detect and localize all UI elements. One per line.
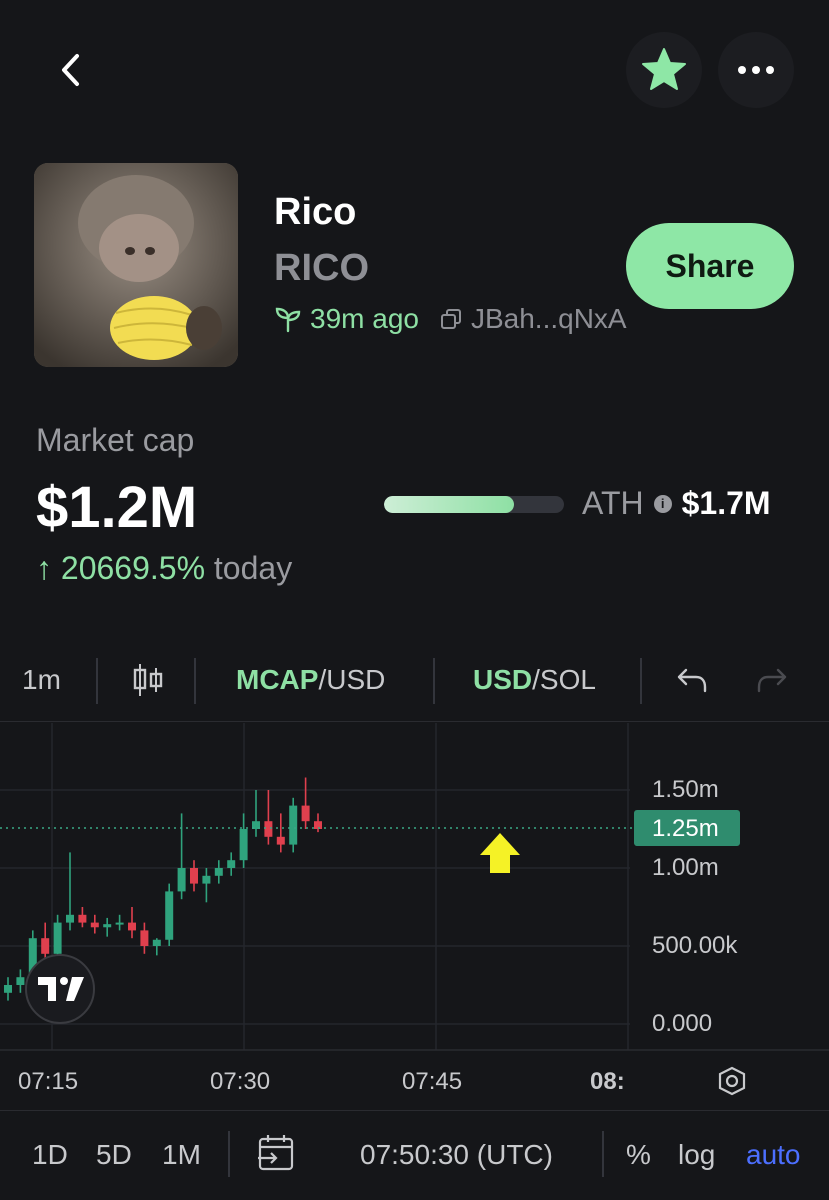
token-meta: 39m ago JBah...qNxA — [274, 303, 627, 335]
usd-sol-toggle[interactable]: USD/SOL — [473, 664, 596, 696]
candle-body — [289, 805, 298, 845]
calendar-goto-icon[interactable] — [256, 1133, 296, 1178]
market-cap-label: Market cap — [36, 422, 195, 458]
mcap-usd-toggle[interactable]: MCAP/USD — [236, 664, 385, 696]
arrow-up-annotation-icon — [480, 833, 520, 873]
auto-toggle[interactable]: auto — [746, 1139, 801, 1171]
pair2-rest: /SOL — [532, 664, 596, 695]
x-tick-label: 07:30 — [210, 1068, 270, 1095]
market-cap-change: ↑ 20669.5% today — [36, 550, 292, 587]
more-button[interactable] — [718, 32, 794, 108]
utc-clock[interactable]: 07:50:30 (UTC) — [360, 1139, 553, 1171]
back-button[interactable] — [34, 32, 110, 108]
token-name: Rico — [274, 191, 357, 233]
token-symbol: RICO — [274, 247, 369, 289]
token-avatar — [34, 163, 238, 367]
more-horizontal-icon — [738, 66, 774, 74]
candle-body — [103, 924, 112, 928]
x-tick-label: 08: — [590, 1068, 625, 1095]
log-toggle[interactable]: log — [678, 1139, 715, 1171]
range-1m[interactable]: 1M — [162, 1139, 201, 1171]
candle-body — [165, 891, 174, 940]
range-1d[interactable]: 1D — [32, 1139, 68, 1171]
ath-block: ATH i $1.7M — [582, 485, 771, 522]
range-5d[interactable]: 5D — [96, 1139, 132, 1171]
copy-icon[interactable] — [439, 307, 463, 331]
divider — [194, 658, 196, 704]
market-cap-value: $1.2M — [36, 475, 198, 540]
x-tick-label: 07:15 — [18, 1068, 78, 1095]
candle-body — [66, 914, 74, 923]
candle-body — [16, 977, 25, 985]
candle-body — [78, 914, 87, 923]
candle-body — [214, 868, 223, 876]
y-tick-label: 0.000 — [652, 1010, 712, 1037]
percent-toggle[interactable]: % — [626, 1139, 651, 1171]
candle-body — [301, 805, 310, 822]
info-icon[interactable]: i — [653, 494, 672, 513]
pair1-active: MCAP — [236, 664, 319, 695]
chevron-left-icon — [62, 54, 79, 86]
candles-icon[interactable] — [132, 662, 164, 703]
tradingview-logo[interactable] — [25, 954, 95, 1024]
ath-progress-bar — [384, 496, 564, 513]
ath-progress-fill — [384, 496, 514, 513]
candle-body — [140, 930, 149, 946]
x-tick-label: 07:45 — [402, 1068, 462, 1095]
candle-body — [177, 868, 186, 892]
share-button[interactable]: Share — [626, 223, 794, 309]
redo-icon[interactable] — [756, 666, 788, 699]
candle-body — [276, 836, 285, 845]
divider — [640, 658, 642, 704]
token-address[interactable]: JBah...qNxA — [471, 303, 627, 335]
change-suffix: today — [213, 550, 293, 586]
candle-body — [115, 922, 124, 925]
y-tick-label: 500.00k — [652, 932, 738, 959]
token-header: Rico RICO 39m ago JBah...qNxA Share — [34, 163, 794, 373]
divider — [602, 1131, 604, 1177]
ath-label: ATH — [582, 485, 644, 521]
star-icon — [642, 48, 686, 90]
candle-body — [264, 821, 273, 837]
pair2-active: USD — [473, 664, 533, 695]
candle-body — [90, 922, 99, 928]
pair1-rest: /USD — [318, 664, 386, 695]
divider — [228, 1131, 230, 1177]
current-price-label: 1.25m — [652, 815, 719, 842]
ath-value: $1.7M — [681, 485, 771, 521]
divider — [433, 658, 435, 704]
candle-body — [128, 922, 136, 931]
candle-body — [152, 939, 161, 946]
chart-toolbar: 1m MCAP/USD USD/SOL — [0, 640, 829, 722]
change-percent: 20669.5% — [60, 550, 206, 586]
settings-icon[interactable] — [718, 1066, 746, 1096]
sprout-icon — [275, 307, 301, 333]
interval-selector[interactable]: 1m — [22, 664, 61, 696]
candle-body — [190, 868, 198, 884]
time-range-bar: 1D 5D 1M 07:50:30 (UTC) % log auto — [0, 1110, 829, 1200]
arrow-up-icon: ↑ — [36, 550, 52, 586]
token-age: 39m ago — [310, 303, 419, 334]
top-bar — [0, 0, 829, 140]
candle-body — [227, 860, 236, 868]
candle-body — [202, 875, 211, 884]
price-chart[interactable]: 1.50m 1.00m 500.00k 0.000 1.25m 07:15 07:30 0… — [0, 723, 829, 1110]
favorite-button[interactable] — [626, 32, 702, 108]
undo-icon[interactable] — [676, 666, 708, 699]
candle-body — [41, 938, 50, 954]
candle-body — [239, 829, 248, 861]
candle-body — [4, 985, 12, 993]
y-tick-label: 1.00m — [652, 854, 719, 881]
candle-body — [53, 922, 62, 954]
y-tick-label: 1.50m — [652, 776, 719, 803]
divider — [96, 658, 98, 704]
